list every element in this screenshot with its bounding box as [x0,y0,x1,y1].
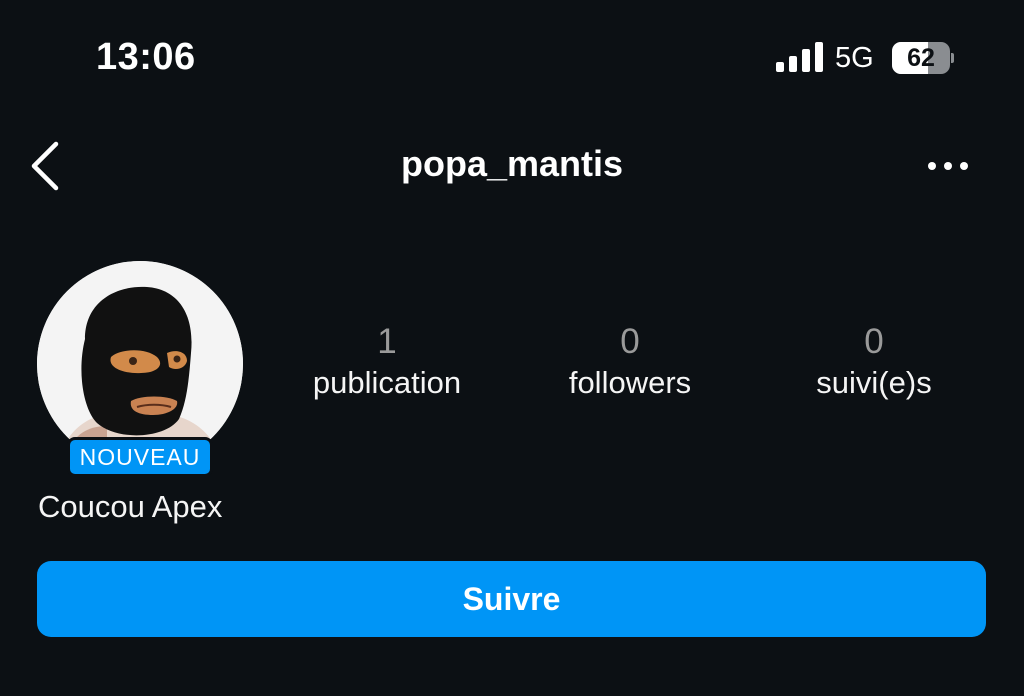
signal-strength-icon [776,42,823,72]
profile-screen: 13:06 5G 62 popa_mantis NOUVEAU Coucou A… [0,0,1024,696]
stat-count: 0 [864,322,884,361]
stat-followers[interactable]: 0 followers [510,322,750,404]
stat-label: publication [312,365,462,400]
status-time: 13:06 [96,36,196,78]
stat-following[interactable]: 0 suivi(e)s [754,322,994,404]
display-name: Coucou Apex [38,489,223,524]
battery-icon: 62 [892,42,954,74]
ellipsis-icon[interactable] [924,150,972,182]
stat-count: 1 [377,322,397,361]
battery-body: 62 [892,42,950,74]
battery-level: 62 [907,44,935,72]
stat-label: followers [568,365,692,400]
profile-username: popa_mantis [400,143,624,184]
network-type: 5G [835,42,874,74]
stat-publications: 1 publication [267,322,507,404]
battery-cap [951,53,954,63]
new-badge: NOUVEAU [67,437,213,477]
stat-count: 0 [620,322,640,361]
stat-label: suivi(e)s [816,365,932,400]
follow-button[interactable]: Suivre [37,561,986,637]
